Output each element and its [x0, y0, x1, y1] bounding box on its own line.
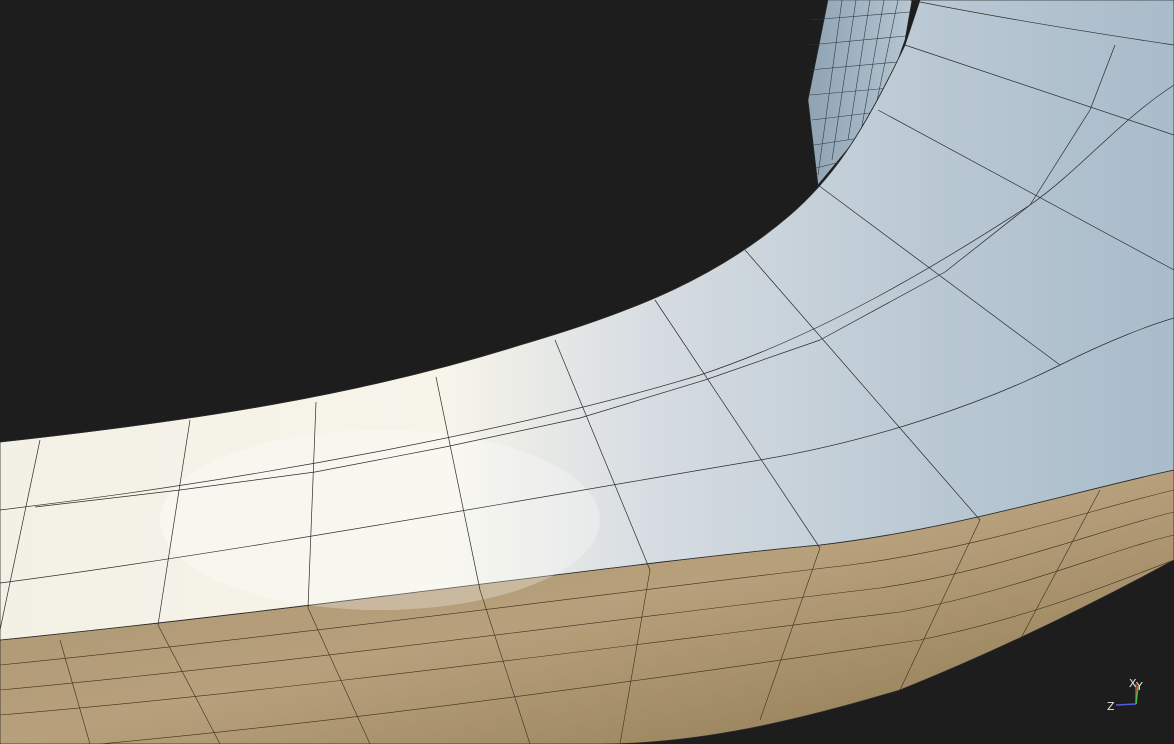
z-axis-label: Z: [1107, 700, 1115, 713]
z-axis-line: [1115, 703, 1137, 706]
scene-render[interactable]: [0, 0, 1174, 744]
3d-viewport[interactable]: X Y Z: [0, 0, 1174, 744]
axis-gizmo[interactable]: X Y Z: [1104, 674, 1148, 714]
specular-highlight: [160, 430, 600, 610]
y-axis-label: Y: [1135, 680, 1143, 693]
